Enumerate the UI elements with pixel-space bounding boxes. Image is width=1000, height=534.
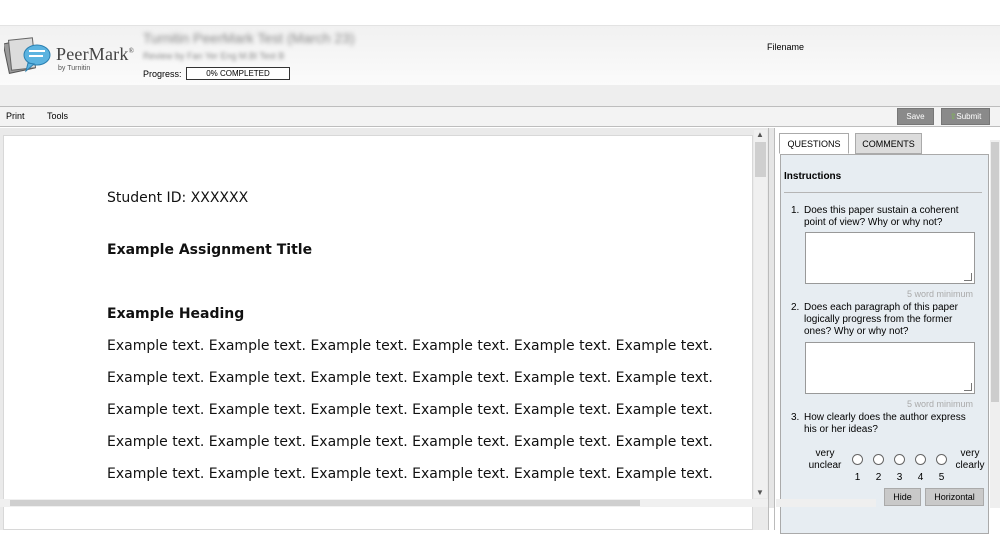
document-title: Example Assignment Title <box>107 242 313 258</box>
logo-name: PeerMark® <box>56 44 135 64</box>
progress-bar: 0% COMPLETED <box>186 67 290 80</box>
rating-radio-5[interactable] <box>936 454 947 465</box>
word-minimum-hint: 5 word minimum <box>906 289 973 299</box>
resize-grip-icon[interactable] <box>964 273 972 281</box>
panel-vertical-scrollbar[interactable] <box>990 140 1000 508</box>
answer-2-textarea[interactable] <box>805 342 975 394</box>
filename-label: Filename <box>767 42 805 52</box>
tab-questions[interactable]: QUESTIONS <box>779 133 849 154</box>
progress-text: 0% COMPLETED <box>206 69 270 78</box>
document-text-line: Example text. Example text. Example text… <box>107 370 713 386</box>
document-vertical-scrollbar[interactable]: ▲ ▼ <box>754 130 767 498</box>
tab-comments[interactable]: COMMENTS <box>855 133 922 154</box>
question-1: 1. Does this paper sustain a coherent po… <box>791 205 981 229</box>
submit-button[interactable]: ⇧Submit <box>941 108 990 125</box>
student-id: Student ID: XXXXXX <box>107 190 249 206</box>
rating-label: 4 <box>917 472 924 483</box>
rating-radio-4[interactable] <box>915 454 926 465</box>
document-text-line: Example text. Example text. Example text… <box>107 466 713 482</box>
hide-button[interactable]: Hide <box>884 488 921 506</box>
questions-panel: Instructions 1. Does this paper sustain … <box>780 154 989 534</box>
document-text-line: Example text. Example text. Example text… <box>107 434 713 450</box>
panel-horizontal-scrollbar[interactable] <box>776 499 876 507</box>
toolbar: Print Tools Save ⇧Submit <box>0 106 1000 127</box>
question-text: How clearly does the author express his … <box>804 412 966 435</box>
document-heading: Example Heading <box>107 306 245 322</box>
tools-menu[interactable]: Tools <box>47 111 68 121</box>
top-margin <box>0 0 1000 25</box>
question-text: Does this paper sustain a coherent point… <box>804 205 959 228</box>
rating-radio-2[interactable] <box>873 454 884 465</box>
assignment-title: Turnitin PeerMark Test (March 23) <box>143 30 355 46</box>
word-minimum-hint: 5 word minimum <box>906 399 973 409</box>
document-viewer: Student ID: XXXXXX Example Assignment Ti… <box>0 128 769 530</box>
assignment-subtitle: Review by Fan Yer Eng M.Bl Test B <box>143 51 285 61</box>
divider <box>784 192 982 193</box>
answer-1-textarea[interactable] <box>805 232 975 284</box>
question-number: 3. <box>791 412 800 423</box>
submit-label: Submit <box>956 112 982 121</box>
question-2: 2. Does each paragraph of this paper log… <box>791 302 981 338</box>
question-text: Does each paragraph of this paper logica… <box>804 302 958 337</box>
logo-byline: by Turnitin <box>58 65 91 72</box>
resize-grip-icon[interactable] <box>964 383 972 391</box>
save-button[interactable]: Save <box>897 108 934 125</box>
rating-radio-1[interactable] <box>852 454 863 465</box>
rating-label: 3 <box>896 472 903 483</box>
document-page: Student ID: XXXXXX Example Assignment Ti… <box>3 135 753 530</box>
header-divider <box>0 85 1000 106</box>
print-menu[interactable]: Print <box>6 111 25 121</box>
rating-label: 2 <box>875 472 882 483</box>
side-panel: QUESTIONS COMMENTS Instructions 1. Does … <box>774 128 1000 534</box>
document-text-line: Example text. Example text. Example text… <box>107 338 713 354</box>
rating-radio-3[interactable] <box>894 454 905 465</box>
question-number: 1. <box>791 205 800 216</box>
scale-low-label: very unclear <box>808 448 842 471</box>
scale-high-label: very clearly <box>955 448 985 471</box>
progress-label: Progress: <box>143 69 182 79</box>
scroll-thumb[interactable] <box>991 142 999 402</box>
scroll-down-icon[interactable]: ▼ <box>756 488 764 498</box>
instructions-heading: Instructions <box>784 171 842 182</box>
peermark-logo-icon <box>4 37 51 74</box>
header-bar: PeerMark® by Turnitin Turnitin PeerMark … <box>0 25 1000 85</box>
document-text-line: Example text. Example text. Example text… <box>107 402 713 418</box>
scroll-up-icon[interactable]: ▲ <box>756 130 764 140</box>
scroll-thumb[interactable] <box>755 142 766 177</box>
question-number: 2. <box>791 302 800 313</box>
horizontal-button[interactable]: Horizontal <box>925 488 984 506</box>
rating-label: 5 <box>938 472 945 483</box>
question-3: 3. How clearly does the author express h… <box>791 412 981 436</box>
document-horizontal-scrollbar[interactable] <box>0 499 768 507</box>
rating-label: 1 <box>854 472 861 483</box>
scroll-thumb[interactable] <box>10 500 640 506</box>
